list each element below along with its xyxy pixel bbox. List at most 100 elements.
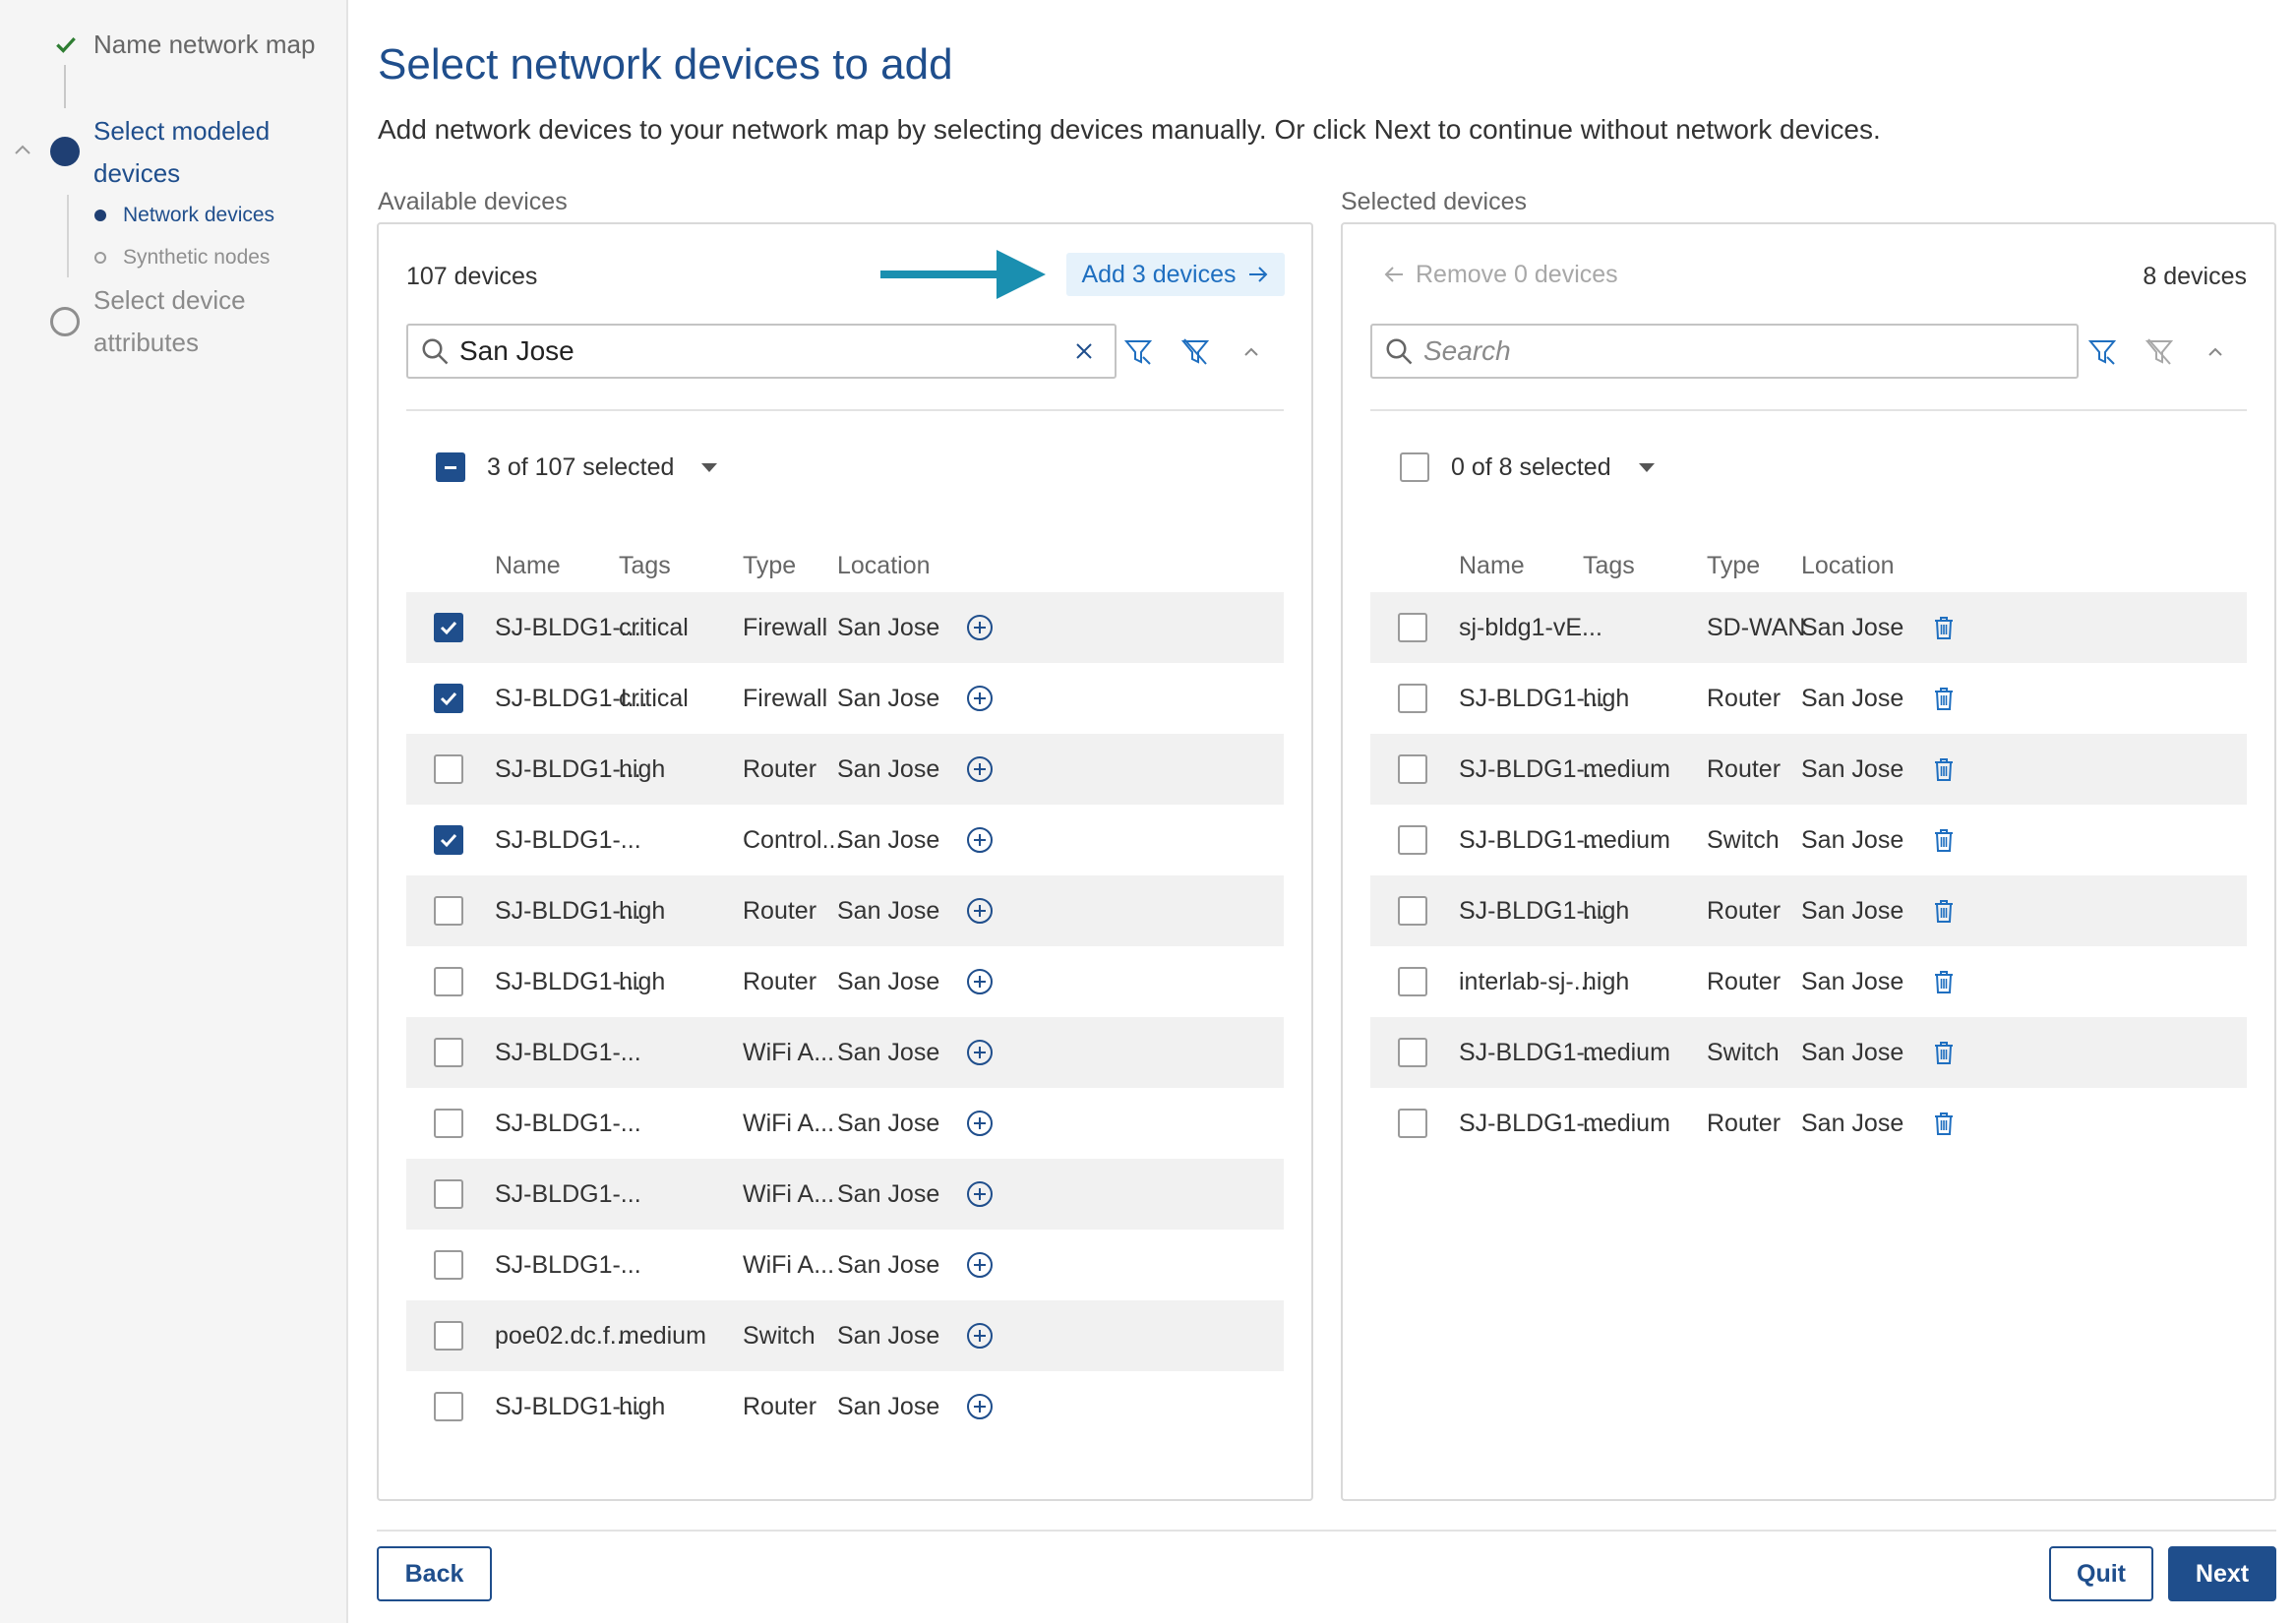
quit-button[interactable]: Quit [2049, 1546, 2153, 1601]
clear-filter-icon[interactable] [1180, 337, 1210, 367]
add-circle-icon[interactable] [965, 1392, 995, 1421]
toolbar-divider [1370, 409, 2247, 411]
add-circle-icon[interactable] [965, 1109, 995, 1138]
selected-search-input[interactable] [1423, 335, 2077, 367]
chevron-down-icon[interactable] [701, 462, 718, 472]
add-circle-icon[interactable] [965, 613, 995, 642]
table-row[interactable]: sj-bldg1-vE... SD-WAN San Jose [1370, 592, 2247, 663]
select-all-checkbox[interactable] [1400, 452, 1429, 482]
column-header-name[interactable]: Name [1459, 552, 1525, 580]
column-header-location[interactable]: Location [1801, 552, 1895, 580]
chevron-down-icon[interactable] [1638, 462, 1655, 472]
row-checkbox[interactable] [434, 1321, 463, 1351]
chevron-up-icon[interactable] [13, 143, 32, 156]
table-row[interactable]: SJ-BLDG1-... high Router San Jose [1370, 875, 2247, 946]
table-row[interactable]: SJ-BLDG1-... high Router San Jose [406, 946, 1284, 1017]
row-checkbox[interactable] [434, 825, 463, 855]
row-checkbox[interactable] [434, 754, 463, 784]
column-header-location[interactable]: Location [837, 552, 931, 580]
trash-icon[interactable] [1929, 613, 1959, 642]
row-checkbox[interactable] [434, 896, 463, 926]
available-search-input[interactable] [459, 335, 1073, 367]
column-header-tags[interactable]: Tags [619, 552, 671, 580]
row-checkbox[interactable] [434, 1109, 463, 1138]
trash-icon[interactable] [1929, 896, 1959, 926]
column-header-type[interactable]: Type [1707, 552, 1760, 580]
row-checkbox[interactable] [434, 613, 463, 642]
add-circle-icon[interactable] [965, 754, 995, 784]
add-devices-button[interactable]: Add 3 devices [1066, 253, 1285, 296]
column-header-name[interactable]: Name [495, 552, 561, 580]
row-checkbox[interactable] [1398, 1038, 1427, 1067]
row-checkbox[interactable] [1398, 896, 1427, 926]
cell-location: San Jose [837, 826, 940, 854]
row-checkbox[interactable] [434, 967, 463, 996]
trash-icon[interactable] [1929, 1109, 1959, 1138]
cell-name: SJ-BLDG1-... [495, 1251, 641, 1279]
filter-icon[interactable] [2087, 337, 2117, 367]
table-row[interactable]: SJ-BLDG1-... high Router San Jose [406, 734, 1284, 805]
row-checkbox[interactable] [1398, 684, 1427, 713]
step-select-modeled-devices[interactable]: Select modeled devices [93, 110, 270, 195]
trash-icon[interactable] [1929, 967, 1959, 996]
table-row[interactable]: SJ-BLDG1-... WiFi A... San Jose [406, 1017, 1284, 1088]
trash-icon[interactable] [1929, 684, 1959, 713]
next-button[interactable]: Next [2168, 1546, 2276, 1601]
row-checkbox[interactable] [434, 1392, 463, 1421]
chevron-up-icon[interactable] [2201, 337, 2230, 367]
table-row[interactable]: SJ-BLDG1-... WiFi A... San Jose [406, 1159, 1284, 1230]
available-select-all[interactable]: 3 of 107 selected [436, 452, 718, 482]
filter-icon[interactable] [1123, 337, 1153, 367]
column-header-tags[interactable]: Tags [1583, 552, 1635, 580]
row-checkbox[interactable] [434, 684, 463, 713]
column-header-type[interactable]: Type [743, 552, 796, 580]
table-row[interactable]: interlab-sj-... high Router San Jose [1370, 946, 2247, 1017]
step-name-network-map[interactable]: Name network map [93, 24, 315, 66]
remove-devices-button[interactable]: Remove 0 devices [1382, 253, 1618, 296]
row-checkbox[interactable] [1398, 825, 1427, 855]
clear-search-icon[interactable] [1073, 340, 1095, 362]
clear-filter-icon[interactable] [2145, 337, 2174, 367]
add-circle-icon[interactable] [965, 1179, 995, 1209]
row-checkbox[interactable] [434, 1038, 463, 1067]
table-row[interactable]: SJ-BLDG1-... high Router San Jose [1370, 663, 2247, 734]
add-circle-icon[interactable] [965, 684, 995, 713]
chevron-up-icon[interactable] [1237, 337, 1266, 367]
substep-network-devices[interactable]: Network devices [123, 201, 274, 230]
add-circle-icon[interactable] [965, 1321, 995, 1351]
add-circle-icon[interactable] [965, 1038, 995, 1067]
substep-synthetic-nodes[interactable]: Synthetic nodes [123, 243, 270, 272]
cell-tags: high [619, 968, 666, 995]
add-circle-icon[interactable] [965, 1250, 995, 1280]
table-row[interactable]: SJ-BLDG1-... critical Firewall San Jose [406, 592, 1284, 663]
row-checkbox[interactable] [1398, 754, 1427, 784]
select-all-checkbox[interactable] [436, 452, 465, 482]
add-circle-icon[interactable] [965, 896, 995, 926]
add-circle-icon[interactable] [965, 825, 995, 855]
table-row[interactable]: SJ-BLDG1-... high Router San Jose [406, 1371, 1284, 1442]
row-checkbox[interactable] [1398, 1109, 1427, 1138]
step-select-device-attributes[interactable]: Select device attributes [93, 279, 246, 364]
table-row[interactable]: SJ-BLDG1-... medium Router San Jose [1370, 1088, 2247, 1159]
cell-type: Control... [743, 826, 843, 854]
table-row[interactable]: SJ-BLDG1-... medium Router San Jose [1370, 734, 2247, 805]
table-row[interactable]: SJ-BLDG1-... high Router San Jose [406, 875, 1284, 946]
row-checkbox[interactable] [434, 1250, 463, 1280]
table-row[interactable]: SJ-BLDG1-... WiFi A... San Jose [406, 1230, 1284, 1300]
back-button[interactable]: Back [377, 1546, 492, 1601]
trash-icon[interactable] [1929, 1038, 1959, 1067]
table-row[interactable]: SJ-BLDG1-... medium Switch San Jose [1370, 1017, 2247, 1088]
cell-type: Router [1707, 685, 1782, 712]
row-checkbox[interactable] [434, 1179, 463, 1209]
add-circle-icon[interactable] [965, 967, 995, 996]
table-row[interactable]: SJ-BLDG1-... WiFi A... San Jose [406, 1088, 1284, 1159]
row-checkbox[interactable] [1398, 967, 1427, 996]
trash-icon[interactable] [1929, 754, 1959, 784]
selected-select-all[interactable]: 0 of 8 selected [1400, 452, 1655, 482]
table-row[interactable]: SJ-BLDG1-... medium Switch San Jose [1370, 805, 2247, 875]
table-row[interactable]: SJ-BLDG1-... Control... San Jose [406, 805, 1284, 875]
table-row[interactable]: poe02.dc.f... medium Switch San Jose [406, 1300, 1284, 1371]
trash-icon[interactable] [1929, 825, 1959, 855]
row-checkbox[interactable] [1398, 613, 1427, 642]
table-row[interactable]: SJ-BLDG1-I... critical Firewall San Jose [406, 663, 1284, 734]
